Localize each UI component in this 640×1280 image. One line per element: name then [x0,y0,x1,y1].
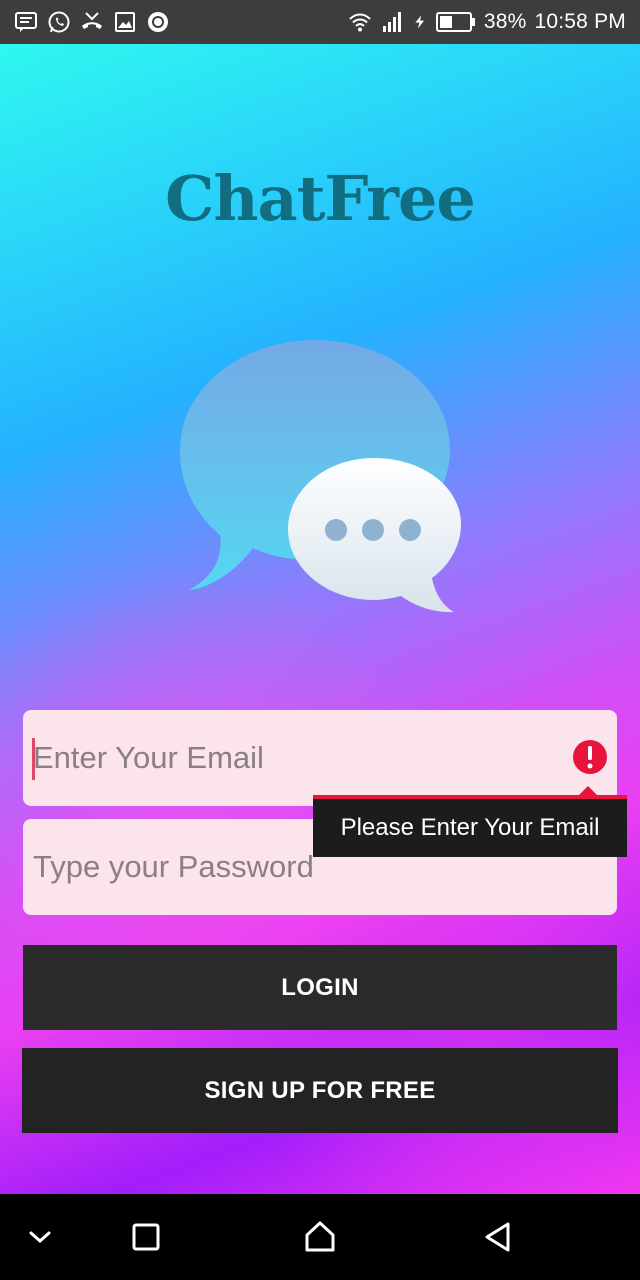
wifi-icon [349,13,371,32]
home-icon[interactable] [302,1219,338,1255]
login-button[interactable]: LOGIN [23,945,617,1030]
email-input[interactable] [33,710,553,806]
charging-icon [415,15,424,29]
error-icon [573,740,607,774]
recents-icon[interactable] [128,1219,164,1255]
signal-icon [382,12,401,32]
hide-keyboard-icon[interactable] [22,1219,58,1255]
missed-call-icon [82,12,102,29]
navigation-bar [0,1194,640,1280]
email-field[interactable] [23,710,617,806]
message-icon [15,12,37,32]
image-icon [115,12,135,32]
text-cursor [32,738,35,780]
battery-icon [435,12,475,32]
login-screen: ChatFree Pleas [0,44,640,1194]
signup-button[interactable]: SIGN UP FOR FREE [22,1048,618,1133]
error-tooltip: Please Enter Your Email [313,795,627,857]
app-title: ChatFree [165,162,476,235]
error-message: Please Enter Your Email [340,814,600,841]
clock: 10:58 PM [534,10,626,33]
whatsapp-icon [48,11,70,33]
record-icon [148,12,168,32]
back-icon[interactable] [480,1219,516,1255]
chat-bubbles-icon [180,340,461,613]
battery-percent: 38% [483,10,527,33]
status-bar: 38% 10:58 PM [0,0,640,44]
